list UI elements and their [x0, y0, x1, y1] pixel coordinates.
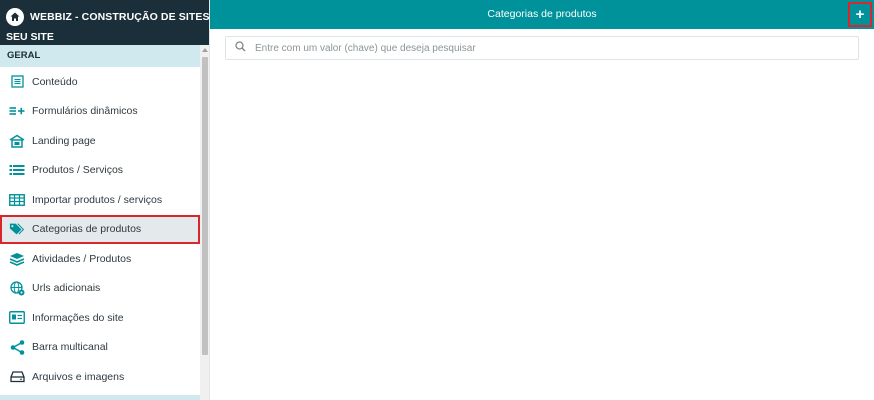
search-input[interactable]: [255, 42, 815, 54]
sidebar-item-informacoes[interactable]: Informações do site: [0, 303, 200, 333]
sidebar-item-label: Produtos / Serviços: [32, 164, 124, 177]
section-geral: GERAL: [0, 45, 200, 67]
tags-icon: [9, 222, 25, 236]
sidebar-item-label: Importar produtos / serviços: [32, 193, 163, 206]
page-title: Categorias de produtos: [487, 8, 597, 20]
sidebar-menu: Conteúdo Formulários dinâmicos Landing p…: [0, 67, 200, 392]
share-icon: [9, 339, 25, 355]
topbar: Categorias de produtos +: [210, 0, 874, 29]
sidebar-item-conteudo[interactable]: Conteúdo: [0, 67, 200, 97]
sidebar: WEBBIZ - CONSTRUÇÃO DE SITES - CRIE SEU …: [0, 0, 210, 400]
sidebar-item-barra-multicanal[interactable]: Barra multicanal: [0, 333, 200, 363]
scroll-up-arrow-icon[interactable]: [202, 48, 208, 52]
sidebar-item-produtos-servicos[interactable]: Produtos / Serviços: [0, 156, 200, 186]
sidebar-item-label: Barra multicanal: [32, 341, 108, 354]
search-icon: [235, 39, 246, 57]
id-card-icon: [9, 311, 25, 325]
brand-subtitle: SEU SITE: [6, 31, 54, 43]
add-button[interactable]: +: [848, 2, 872, 27]
sidebar-item-label: Atividades / Produtos: [32, 252, 132, 265]
scroll-thumb[interactable]: [202, 57, 208, 355]
sidebar-item-label: Arquivos e imagens: [32, 370, 125, 383]
brand-header[interactable]: WEBBIZ - CONSTRUÇÃO DE SITES - CRIE SEU …: [0, 0, 209, 45]
sidebar-item-label: Informações do site: [32, 311, 124, 324]
list-icon: [9, 163, 25, 177]
drive-icon: [9, 370, 25, 384]
sidebar-item-importar[interactable]: Importar produtos / serviços: [0, 185, 200, 215]
sidebar-item-arquivos[interactable]: Arquivos e imagens: [0, 362, 200, 392]
sidebar-item-label: Urls adicionais: [32, 282, 101, 295]
sidebar-scrollbar[interactable]: [200, 45, 209, 400]
layers-icon: [9, 252, 25, 266]
globe-gear-icon: [9, 281, 25, 296]
brand-title: WEBBIZ - CONSTRUÇÃO DE SITES - CRIE: [30, 11, 210, 23]
sidebar-item-label: Formulários dinâmicos: [32, 105, 138, 118]
sidebar-item-label: Categorias de produtos: [32, 223, 142, 236]
sidebar-item-landing-page[interactable]: Landing page: [0, 126, 200, 156]
search-box[interactable]: [225, 36, 859, 60]
table-icon: [9, 193, 25, 207]
sidebar-item-label: Landing page: [32, 134, 96, 147]
document-icon: [9, 75, 25, 89]
sidebar-item-label: Conteúdo: [32, 75, 78, 88]
home-icon: [6, 8, 24, 26]
next-section-strip: [0, 395, 200, 400]
sidebar-item-atividades[interactable]: Atividades / Produtos: [0, 244, 200, 274]
sidebar-item-categorias[interactable]: Categorias de produtos: [0, 214, 200, 244]
landing-page-icon: [9, 134, 25, 148]
sidebar-item-urls[interactable]: Urls adicionais: [0, 274, 200, 304]
sidebar-item-formularios[interactable]: Formulários dinâmicos: [0, 97, 200, 127]
list-add-icon: [9, 104, 25, 118]
